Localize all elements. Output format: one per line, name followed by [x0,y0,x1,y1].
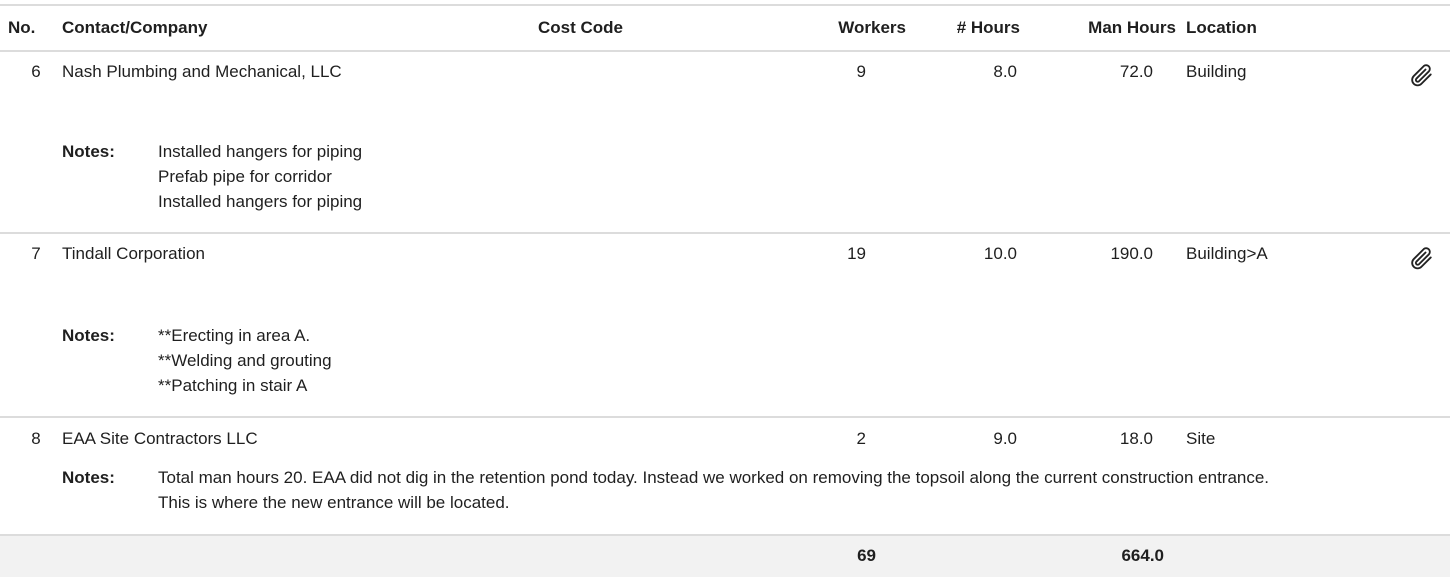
paperclip-icon[interactable] [1408,245,1434,271]
header-hours[interactable]: # Hours [940,18,1020,38]
header-contact[interactable]: Contact/Company [62,18,207,38]
header-cost-code[interactable]: Cost Code [538,18,623,38]
manpower-table: No. Contact/Company Cost Code Workers # … [0,0,1450,577]
note-line: **Welding and grouting [158,351,332,370]
row-number: 8 [31,429,41,448]
note-line: **Patching in stair A [158,376,308,395]
notes-text: Installed hangers for piping Prefab pipe… [158,139,1298,214]
row-location: Building [1186,62,1247,81]
row-contact: Nash Plumbing and Mechanical, LLC [62,62,342,81]
row-workers: 2 [856,429,866,448]
notes-label: Notes: [62,142,115,161]
totals-row: 69 664.0 [0,536,1450,577]
row-hours: 8.0 [993,62,1017,81]
header-no[interactable]: No. [8,18,58,38]
row-man-hours: 18.0 [1119,429,1153,448]
row-workers: 9 [856,62,866,81]
notes-text: **Erecting in area A. **Welding and grou… [158,323,1298,398]
row-contact: EAA Site Contractors LLC [62,429,258,448]
table-row[interactable]: 8 EAA Site Contractors LLC 2 9.0 18.0 Si… [0,418,1450,536]
notes-text: Total man hours 20. EAA did not dig in t… [158,468,1270,512]
row-hours: 10.0 [983,244,1017,263]
note-line: Prefab pipe for corridor [158,167,332,186]
header-location[interactable]: Location [1186,18,1257,38]
paperclip-icon[interactable] [1408,62,1434,88]
note-line: Installed hangers for piping [158,142,363,161]
note-line: Installed hangers for piping [158,192,363,211]
row-location: Building>A [1186,244,1268,263]
table-row[interactable]: 6 Nash Plumbing and Mechanical, LLC 9 8.… [0,50,1450,234]
notes-label: Notes: [62,468,115,487]
row-number: 7 [31,244,41,263]
table-row[interactable]: 7 Tindall Corporation 19 10.0 190.0 Buil… [0,234,1450,418]
row-location: Site [1186,429,1216,448]
note-line: **Erecting in area A. [158,326,311,345]
total-man-hours: 664.0 [1121,546,1164,565]
table-header: No. Contact/Company Cost Code Workers # … [0,4,1450,52]
row-number: 6 [31,62,41,81]
header-man-hours[interactable]: Man Hours [1060,18,1176,38]
row-man-hours: 190.0 [1110,244,1153,263]
row-contact: Tindall Corporation [62,244,205,263]
row-hours: 9.0 [993,429,1017,448]
header-workers[interactable]: Workers [808,18,906,38]
notes-label: Notes: [62,326,115,345]
row-workers: 19 [847,244,866,263]
row-man-hours: 72.0 [1119,62,1153,81]
total-workers: 69 [857,546,876,565]
